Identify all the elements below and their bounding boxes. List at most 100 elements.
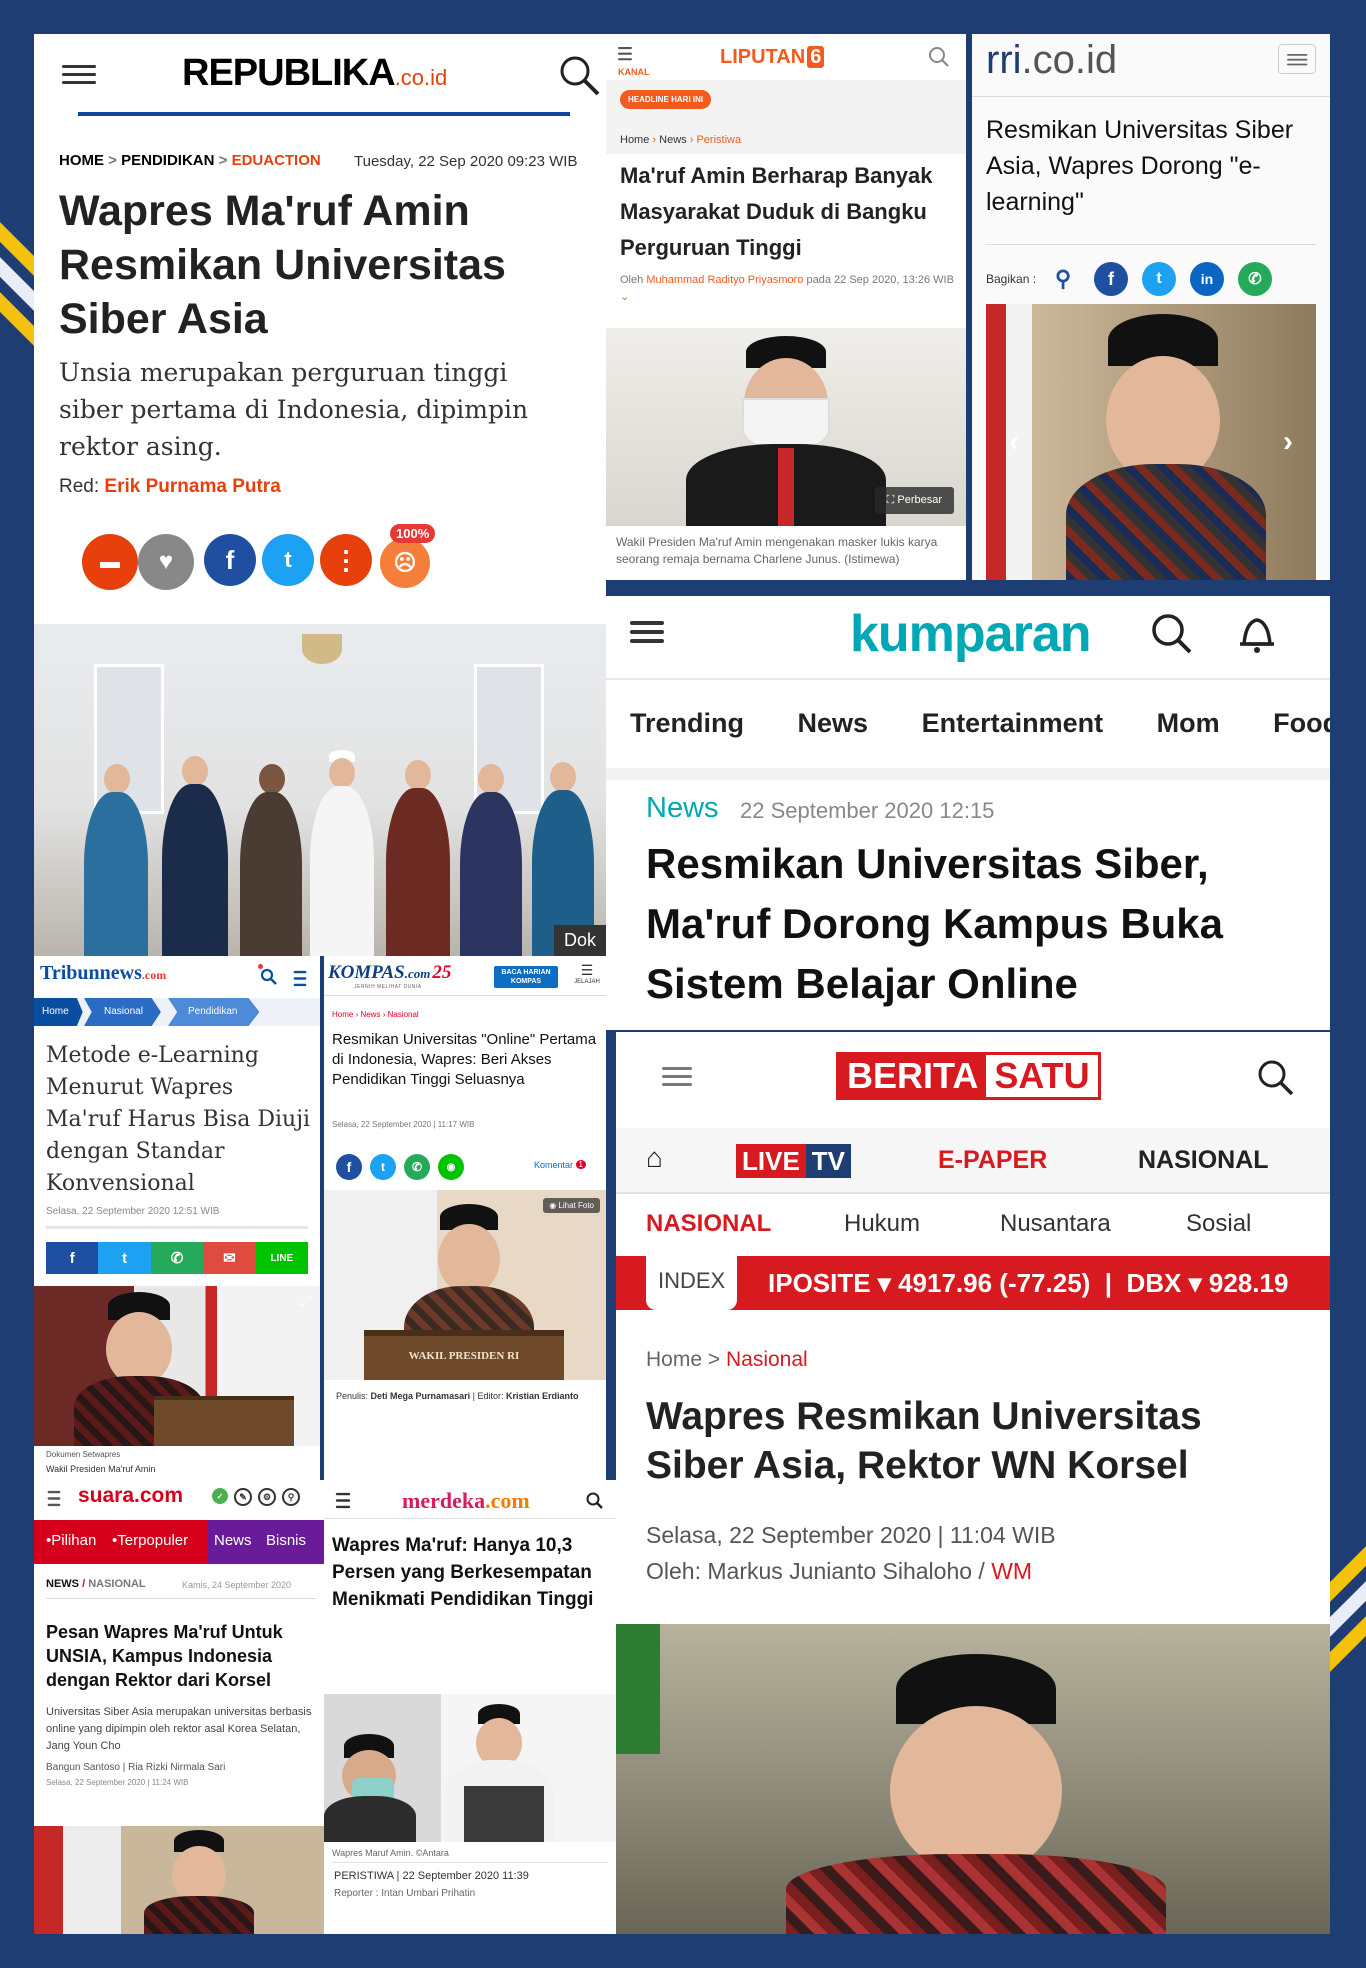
next-arrow-icon[interactable]: › (1270, 424, 1306, 460)
twitter-icon[interactable]: t (370, 1154, 396, 1180)
crumb-pendidikan[interactable]: Pendidikan (168, 998, 260, 1026)
nav-item-food[interactable]: Food & (1273, 708, 1330, 738)
nav-item-mom[interactable]: Mom (1157, 708, 1220, 738)
crumb-nasional[interactable]: Nasional (84, 998, 161, 1026)
kanal-menu[interactable]: KANAL (618, 42, 650, 77)
crumb-home[interactable]: Home (332, 1010, 353, 1019)
section-nasional[interactable]: NASIONAL (88, 1578, 145, 1590)
breadcrumb: Home > Nasional (646, 1348, 808, 1372)
zoom-button[interactable]: ⛶ Perbesar (874, 487, 954, 514)
beritasatu-logo[interactable]: BERITA SATU (836, 1052, 1101, 1100)
comment-icon[interactable]: ▬ (82, 534, 138, 590)
search-icon[interactable]: ⚲ (282, 1488, 300, 1506)
whatsapp-icon[interactable]: ✆ (1238, 262, 1272, 296)
more-icon[interactable]: ⋮ (320, 534, 372, 586)
editor-name[interactable]: Erik Purnama Putra (104, 476, 280, 497)
facebook-icon[interactable]: f (1094, 262, 1128, 296)
crumb-news[interactable]: News (659, 134, 687, 146)
settings-icon[interactable]: ⚙ (258, 1488, 276, 1506)
tab-hukum[interactable]: Hukum (844, 1210, 920, 1238)
live-tv-link[interactable]: LIVE TV (736, 1144, 852, 1178)
nav-item-bisnis[interactable]: Bisnis (266, 1532, 306, 1549)
nav-item-news[interactable]: News (798, 708, 869, 738)
view-photo-button[interactable]: ◉ Lihat Foto (543, 1198, 600, 1213)
crumb-pendidikan[interactable]: PENDIDIKAN (121, 152, 214, 169)
merdeka-logo[interactable]: merdeka.com (402, 1488, 530, 1514)
twitter-icon[interactable]: t (98, 1242, 151, 1274)
nav-item-news[interactable]: News (214, 1532, 252, 1549)
chevron-down-icon[interactable]: ⌄ (620, 291, 629, 303)
crumb-news[interactable]: News (360, 1010, 380, 1019)
tab-sosial[interactable]: Sosial (1186, 1210, 1251, 1238)
menu-icon[interactable] (662, 1062, 692, 1091)
menu-icon[interactable] (335, 1489, 351, 1512)
search-icon[interactable] (928, 46, 950, 68)
line-icon[interactable]: LINE (255, 1242, 309, 1274)
author-name[interactable]: Muhammad Radityo Priyasmoro (646, 274, 803, 286)
bell-icon[interactable] (1236, 610, 1278, 656)
nav-item-entertainment[interactable]: Entertainment (922, 708, 1104, 738)
whatsapp-icon[interactable]: ✆ (150, 1242, 204, 1274)
home-icon[interactable]: ⌂ (646, 1142, 663, 1174)
jelajah-button[interactable]: ☰ JELAJAH (570, 962, 604, 985)
prev-arrow-icon[interactable]: ‹ (996, 424, 1032, 460)
tab-nusantara[interactable]: Nusantara (1000, 1210, 1111, 1238)
tab-nasional[interactable]: NASIONAL (646, 1210, 771, 1238)
rri-panel: rri.co.id Resmikan Universitas Siber Asi… (972, 34, 1330, 580)
expand-icon[interactable]: ⤢ (301, 1292, 312, 1309)
search-icon[interactable] (1150, 612, 1194, 656)
baca-harian-button[interactable]: BACA HARIAN KOMPAS (494, 966, 558, 988)
crumb-home[interactable]: Home (34, 998, 83, 1026)
nav-item-terpopuler[interactable]: •Terpopuler (112, 1532, 188, 1549)
kompas-logo[interactable]: KOMPAS.com 25 (328, 962, 451, 984)
logo-number: 25 (432, 962, 452, 983)
crumb-home[interactable]: Home (620, 134, 649, 146)
epaper-link[interactable]: E-PAPER (938, 1146, 1047, 1175)
crumb-category[interactable]: Nasional (388, 1010, 419, 1019)
angry-reaction-icon[interactable]: ☹ (380, 538, 430, 588)
rri-logo[interactable]: rri.co.id (986, 38, 1117, 83)
kumparan-logo[interactable]: kumparan (850, 604, 1092, 664)
search-icon[interactable] (1256, 1058, 1296, 1098)
facebook-icon[interactable]: f (46, 1242, 99, 1274)
logo-left: BERITA (839, 1055, 987, 1097)
nasional-link[interactable]: NASIONAL (1138, 1146, 1269, 1175)
crumb-home[interactable]: Home > (646, 1348, 720, 1371)
comment-link[interactable]: Komentar 1 (534, 1160, 586, 1170)
person (460, 764, 522, 956)
link-icon[interactable]: ⚲ (1046, 262, 1080, 296)
menu-button[interactable] (1278, 44, 1316, 74)
edit-icon[interactable]: ✎ (234, 1488, 252, 1506)
twitter-icon[interactable]: t (1142, 262, 1176, 296)
crumb-category[interactable]: Peristiwa (696, 134, 741, 146)
crumb-education[interactable]: EDUACTION (232, 152, 321, 169)
line-icon[interactable]: ◉ (438, 1154, 464, 1180)
menu-icon[interactable] (630, 616, 664, 648)
headline-badge[interactable]: HEADLINE HARI INI (620, 90, 712, 109)
menu-icon[interactable] (62, 60, 96, 89)
crumb-category[interactable]: Nasional (726, 1348, 808, 1371)
nav-item-pilihan[interactable]: •Pilihan (46, 1532, 96, 1549)
email-icon[interactable]: ✉ (203, 1242, 256, 1274)
like-icon[interactable]: ♥ (138, 534, 194, 590)
editor-name[interactable]: Kristian Erdianto (506, 1391, 579, 1401)
facebook-icon[interactable]: f (204, 534, 256, 586)
twitter-icon[interactable]: t (262, 534, 314, 586)
search-icon[interactable] (558, 54, 602, 98)
facebook-icon[interactable]: f (336, 1154, 362, 1180)
menu-icon[interactable] (47, 1487, 61, 1510)
search-icon[interactable] (260, 968, 278, 986)
suara-logo[interactable]: suara.com (78, 1484, 183, 1508)
whatsapp-icon[interactable]: ✆ (404, 1154, 430, 1180)
tribun-logo[interactable]: Tribunnews.com (40, 962, 166, 985)
category-label[interactable]: News (646, 792, 719, 825)
menu-icon[interactable] (293, 967, 307, 990)
crumb-home[interactable]: HOME (59, 152, 104, 169)
liputan6-logo[interactable]: LIPUTAN 6 (720, 46, 825, 69)
search-icon[interactable] (586, 1492, 604, 1510)
republika-logo[interactable]: REPUBLIKA.co.id (182, 52, 447, 95)
writer-name[interactable]: Deti Mega Purnamasari (371, 1391, 471, 1401)
section-news[interactable]: NEWS (46, 1578, 79, 1590)
nav-item-trending[interactable]: Trending (630, 708, 744, 738)
linkedin-icon[interactable]: in (1190, 262, 1224, 296)
